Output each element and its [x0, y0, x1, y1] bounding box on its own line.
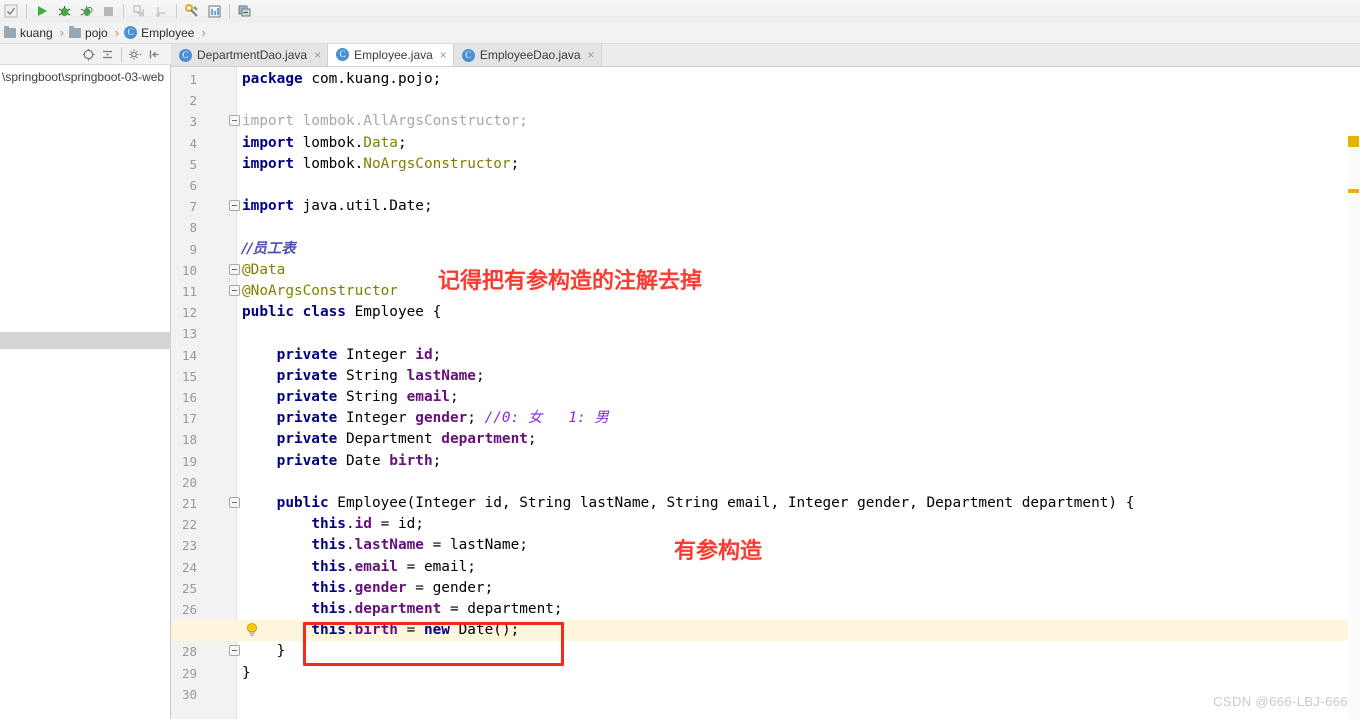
code-line[interactable]: this.email = email;: [242, 557, 476, 578]
tab-label: DepartmentDao.java: [197, 48, 308, 62]
settings-gear-icon[interactable]: [126, 45, 145, 64]
code-line[interactable]: @Data: [242, 260, 285, 281]
code-line[interactable]: package com.kuang.pojo;: [242, 69, 441, 90]
debug-icon[interactable]: [53, 1, 75, 21]
class-icon: C: [461, 48, 475, 62]
breadcrumb-item-pojo[interactable]: pojo: [69, 22, 108, 44]
project-path-label: \springboot\springboot-03-web: [2, 70, 165, 84]
run-coverage-icon[interactable]: [75, 1, 97, 21]
code-line[interactable]: this.gender = gender;: [242, 578, 493, 599]
project-panel-toolbar: [0, 44, 171, 65]
breadcrumb: kuang › pojo › C Employee ›: [0, 22, 1360, 44]
close-icon[interactable]: ×: [588, 49, 595, 61]
tab-label: EmployeeDao.java: [479, 48, 581, 62]
scroll-marker-hint[interactable]: [1348, 189, 1359, 193]
code-line[interactable]: private Integer id;: [242, 345, 442, 366]
folder-icon: [69, 25, 82, 38]
code-line[interactable]: public class Employee {: [242, 302, 441, 323]
ide-window: kuang › pojo › C Employee › \springboot\…: [0, 0, 1360, 719]
annotation-box-birth-line: [303, 622, 564, 666]
class-icon: C: [336, 48, 350, 61]
code-line[interactable]: import java.util.Date;: [242, 196, 433, 217]
breadcrumb-separator: ›: [114, 25, 120, 40]
breadcrumb-label: Employee: [141, 25, 195, 40]
tab-label: Employee.java: [354, 47, 433, 62]
hide-panel-icon[interactable]: [145, 45, 164, 64]
checkmark-icon[interactable]: [0, 1, 22, 21]
code-line[interactable]: private String email;: [242, 387, 459, 408]
code-line[interactable]: import lombok.AllArgsConstructor;: [242, 111, 528, 132]
scroll-marker-warning[interactable]: [1348, 136, 1359, 147]
intention-bulb-icon[interactable]: [245, 622, 259, 638]
close-icon[interactable]: ×: [440, 49, 447, 61]
code-line[interactable]: this.id = id;: [242, 514, 424, 535]
editor-vertical-scrollbar[interactable]: [1348, 134, 1360, 719]
code-line[interactable]: @NoArgsConstructor: [242, 281, 398, 302]
locate-target-icon[interactable]: [79, 45, 98, 64]
panel-toolbar-separator: [121, 46, 122, 62]
breadcrumb-label: pojo: [85, 25, 108, 40]
profile-icon: [150, 1, 172, 21]
breadcrumb-separator: ›: [59, 25, 65, 40]
breadcrumb-item-kuang[interactable]: kuang: [4, 22, 53, 44]
database-icon[interactable]: [203, 1, 225, 21]
toolbar-separator: [26, 3, 27, 19]
project-panel: \springboot\springboot-03-web: [0, 44, 171, 719]
breadcrumb-separator: ›: [201, 25, 206, 40]
toolbar-separator-3: [176, 3, 177, 19]
class-icon: C: [124, 26, 138, 39]
tab-departmentdao-java[interactable]: C DepartmentDao.java ×: [171, 44, 329, 66]
code-line[interactable]: }: [242, 641, 286, 662]
editor-tab-strip: C DepartmentDao.java × C Employee.java ×…: [171, 44, 1360, 67]
update-app-icon: [128, 1, 150, 21]
annotation-remove-allargs: 记得把有参构造的注解去掉: [438, 269, 703, 294]
close-icon[interactable]: ×: [314, 49, 321, 61]
code-line[interactable]: public Employee(Integer id, String lastN…: [242, 493, 1135, 514]
main-toolbar: [0, 0, 1360, 23]
code-line[interactable]: import lombok.Data;: [242, 133, 407, 154]
run-icon[interactable]: [31, 1, 53, 21]
sync-icon[interactable]: [234, 1, 256, 21]
folder-icon: [4, 25, 16, 38]
code-line[interactable]: private Integer gender; //0: 女 1: 男: [242, 408, 609, 429]
toolbar-separator-4: [229, 3, 230, 19]
collapse-all-icon[interactable]: [98, 45, 117, 64]
code-line[interactable]: }: [242, 663, 251, 684]
code-line[interactable]: private String lastName;: [242, 366, 485, 387]
breadcrumb-item-employee[interactable]: C Employee: [124, 22, 194, 44]
code-line[interactable]: this.lastName = lastName;: [242, 535, 528, 556]
annotation-parameterized-ctor: 有参构造: [674, 539, 763, 564]
code-line[interactable]: private Department department;: [242, 429, 537, 450]
code-line[interactable]: //员工表: [242, 239, 296, 260]
watermark: CSDN @666-LBJ-666: [1213, 694, 1348, 709]
code-line[interactable]: private Date birth;: [242, 451, 442, 472]
breadcrumb-label: kuang: [20, 25, 53, 40]
build-project-icon[interactable]: [181, 1, 203, 21]
code-line[interactable]: this.department = department;: [242, 599, 562, 620]
stop-icon: [97, 1, 119, 21]
project-selected-row[interactable]: [0, 332, 171, 349]
code-line[interactable]: import lombok.NoArgsConstructor;: [242, 154, 519, 175]
class-icon: C: [179, 48, 192, 62]
toolbar-separator-2: [123, 3, 124, 19]
tab-employee-java[interactable]: C Employee.java ×: [328, 44, 454, 66]
tab-employeedao-java[interactable]: C EmployeeDao.java ×: [453, 44, 602, 66]
